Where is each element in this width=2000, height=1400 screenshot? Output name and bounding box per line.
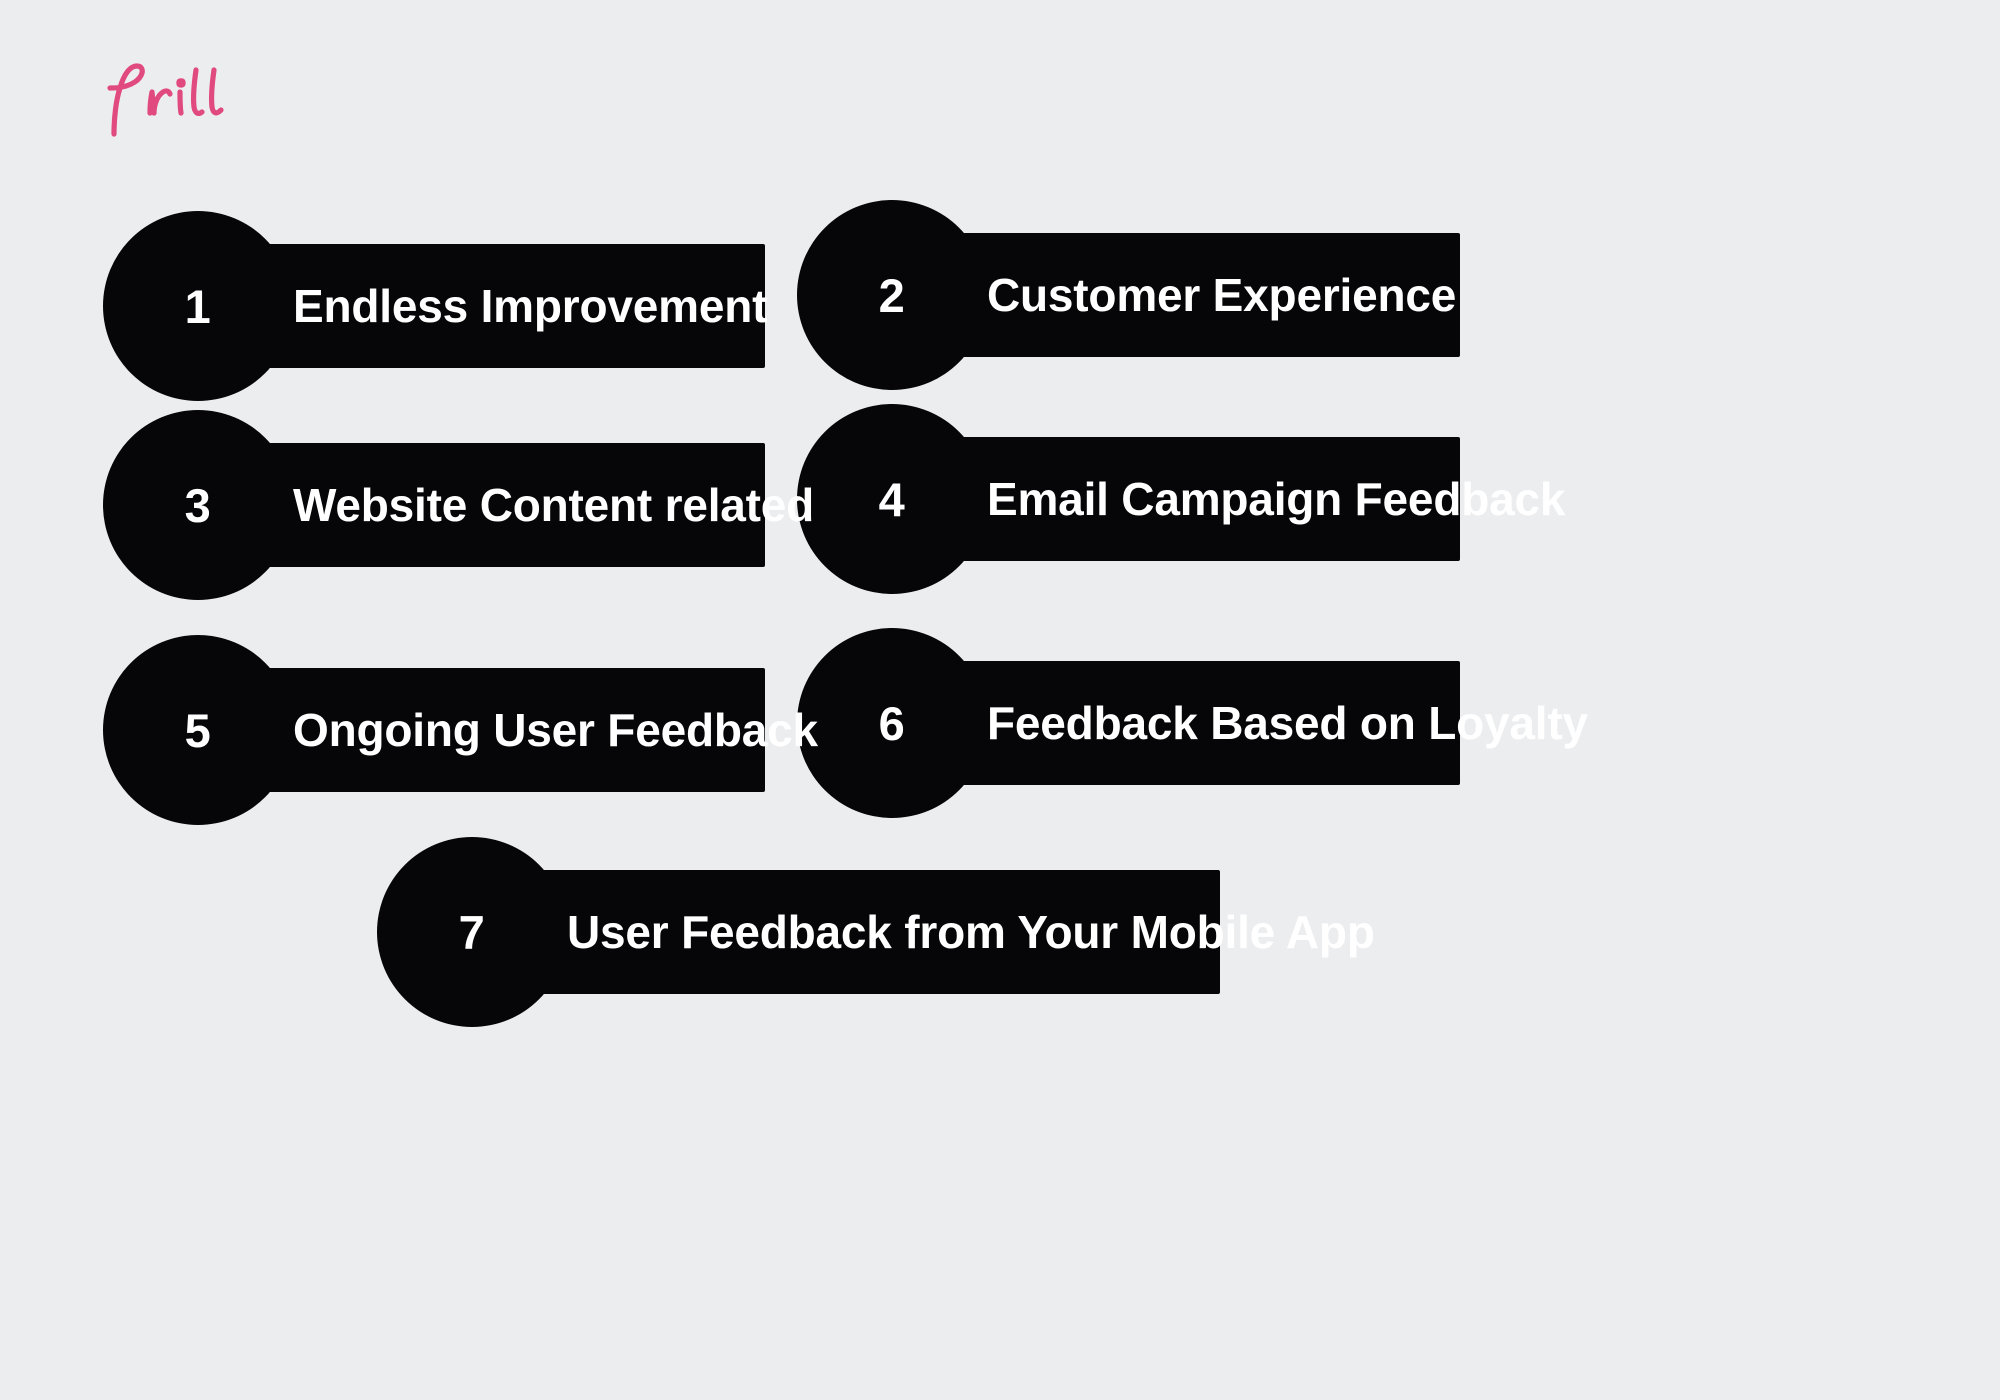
label-bar xyxy=(228,443,765,567)
frill-logo xyxy=(104,58,234,138)
list-item-1[interactable]: 1 Endless Improvement xyxy=(103,211,767,401)
list-item-3[interactable]: 3 Website Content related xyxy=(103,410,814,600)
list-item-5[interactable]: 5 Ongoing User Feedback xyxy=(103,635,818,825)
list-item-4[interactable]: 4 Email Campaign Feedback xyxy=(797,404,1565,594)
label-bar xyxy=(919,233,1460,357)
infographic-canvas: 1 Endless Improvement 2 Customer Experie… xyxy=(0,0,2000,1400)
list-item-2[interactable]: 2 Customer Experience xyxy=(797,200,1460,390)
list-item-7[interactable]: 7 User Feedback from Your Mobile App xyxy=(377,837,1375,1027)
label-bar xyxy=(505,870,1220,994)
label-bar xyxy=(919,437,1460,561)
label-bar xyxy=(228,668,765,792)
label-bar xyxy=(228,244,765,368)
frill-logo-icon xyxy=(107,63,224,137)
list-item-6[interactable]: 6 Feedback Based on Loyalty xyxy=(797,628,1588,818)
label-bar xyxy=(919,661,1460,785)
